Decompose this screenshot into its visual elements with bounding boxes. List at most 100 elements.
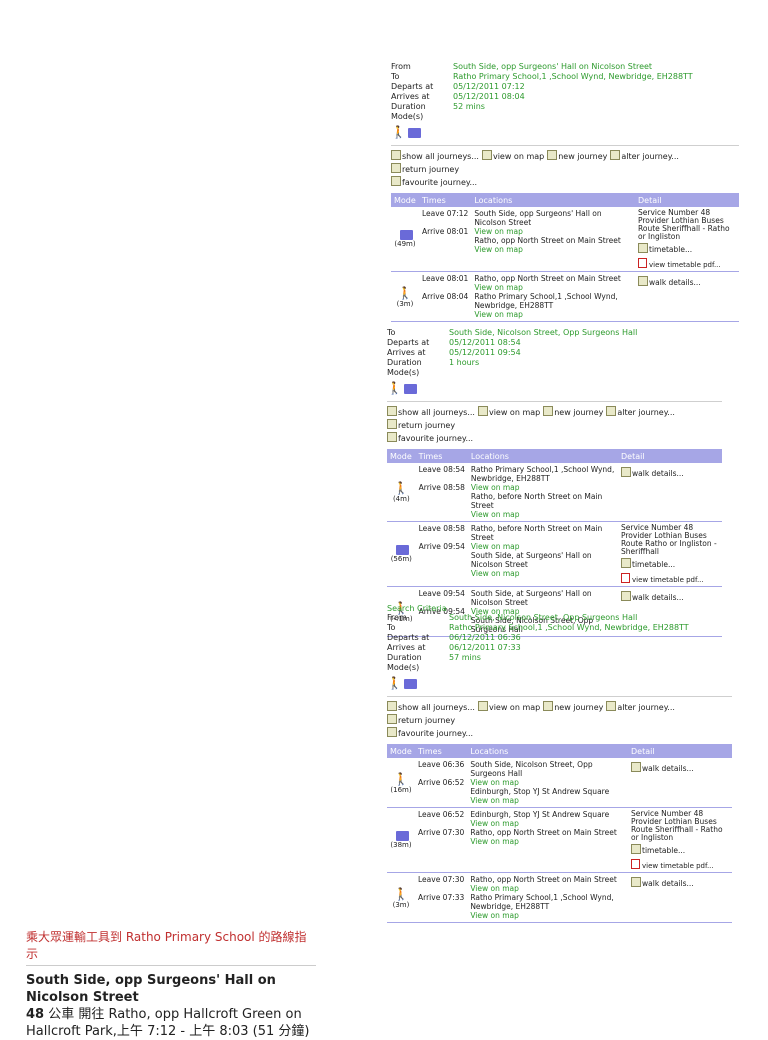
leave-location-text: Ratho, opp North Street on Main Street xyxy=(474,274,621,283)
leg-detail-cell: walk details... xyxy=(635,271,739,322)
leg-row: (56m) Leave 08:58 Arrive 09:54 Ratho, befor… xyxy=(387,521,722,587)
button-icon xyxy=(387,714,397,724)
leave-view-on-map-link[interactable]: View on map xyxy=(470,778,625,787)
button-icon xyxy=(547,150,558,160)
leg-locations-cell: South Side, opp Surgeons' Hall on Nicols… xyxy=(471,207,635,272)
leave-time: Leave 08:58 xyxy=(418,524,465,533)
button-icon xyxy=(631,877,641,887)
leg-detail-cell: walk details... xyxy=(618,463,722,522)
column-header-times: Times xyxy=(415,744,468,758)
alter-journey-button[interactable]: alter journey... xyxy=(610,150,679,163)
new-journey-button[interactable]: new journey xyxy=(543,701,603,714)
leave-view-on-map-link[interactable]: View on map xyxy=(474,227,632,236)
leave-view-on-map-link[interactable]: View on map xyxy=(470,884,625,893)
leave-location-text: South Side, opp Surgeons' Hall on Nicols… xyxy=(474,209,602,227)
timetable-link[interactable]: timetable... xyxy=(638,243,736,254)
leave-view-on-map-link[interactable]: View on map xyxy=(470,819,625,828)
walk-details-link[interactable]: walk details... xyxy=(638,276,736,287)
leg-locations-cell: Edinburgh, Stop YJ St Andrew Square View … xyxy=(467,807,628,873)
button-label: return journey xyxy=(402,165,460,174)
new-journey-button[interactable]: new journey xyxy=(547,150,607,163)
detail-line: Route Sheriffhall - Ratho or Ingliston xyxy=(631,825,723,842)
leg-mode-cell: 🚶 (3m) xyxy=(391,271,419,322)
view-timetable-pdf-link[interactable]: view timetable pdf... xyxy=(638,258,736,269)
leave-view-on-map-link[interactable]: View on map xyxy=(474,283,632,292)
new-journey-button[interactable]: new journey xyxy=(543,406,603,419)
arrive-view-on-map-link[interactable]: View on map xyxy=(474,310,632,319)
column-header-locations: Locations xyxy=(471,193,635,207)
arrive-view-on-map-link[interactable]: View on map xyxy=(470,796,625,805)
alter-journey-button[interactable]: alter journey... xyxy=(606,406,675,419)
walk-details-link[interactable]: walk details... xyxy=(621,467,719,478)
button-icon xyxy=(621,591,631,601)
show-all-journeys-button[interactable]: show all journeys... xyxy=(391,150,479,163)
leave-time: Leave 08:54 xyxy=(418,465,465,474)
summary-duration-value: 57 mins xyxy=(449,653,481,662)
legs-header-row: Mode Times Locations Detail xyxy=(387,449,722,463)
journey-toolbar: show all journeys... view on map new journ… xyxy=(387,406,722,445)
walk-details-link[interactable]: walk details... xyxy=(631,762,729,773)
alter-journey-button[interactable]: alter journey... xyxy=(606,701,675,714)
walk-details-link[interactable]: walk details... xyxy=(621,591,719,602)
button-icon xyxy=(543,701,554,711)
return-journey-button[interactable]: return journey xyxy=(391,163,459,176)
arrive-view-on-map-link[interactable]: View on map xyxy=(474,245,632,254)
arrive-time: Arrive 08:01 xyxy=(422,227,469,236)
pdf-icon xyxy=(631,859,640,869)
column-header-locations: Locations xyxy=(467,449,618,463)
leg-mode-cell: 🚶 (4m) xyxy=(387,463,416,522)
link-label: walk details... xyxy=(642,879,694,888)
bus-icon xyxy=(403,383,417,394)
route-number: 48 xyxy=(26,1007,45,1022)
view-on-map-button[interactable]: view on map xyxy=(477,701,540,714)
button-icon xyxy=(477,701,488,711)
summary-to-label: To xyxy=(391,72,400,81)
leg-duration: (3m) xyxy=(396,299,414,308)
button-icon xyxy=(391,176,401,186)
summary-modes-label: Mode(s) xyxy=(387,368,420,377)
show-all-journeys-button[interactable]: show all journeys... xyxy=(387,406,475,419)
button-label: new journey xyxy=(558,152,608,161)
leg-detail-cell: Service Number 48 Provider Lothian Buses R… xyxy=(618,521,722,587)
arrive-view-on-map-link[interactable]: View on map xyxy=(471,569,615,578)
button-label: show all journeys... xyxy=(402,152,479,161)
show-all-journeys-button[interactable]: show all journeys... xyxy=(387,701,475,714)
favourite-journey-button[interactable]: favourite journey... xyxy=(391,176,477,189)
column-header-mode: Mode xyxy=(387,449,416,463)
divider xyxy=(391,145,739,146)
leave-time: Leave 06:36 xyxy=(418,760,465,769)
view-on-map-button[interactable]: view on map xyxy=(481,150,544,163)
bus-icon xyxy=(399,230,413,240)
leg-row: 🚶 (3m) Leave 08:01 Arrive 08:04 Ratho, opp N… xyxy=(391,271,739,322)
favourite-journey-button[interactable]: favourite journey... xyxy=(387,432,473,445)
walk-icon: 🚶 xyxy=(387,381,402,395)
leave-view-on-map-link[interactable]: View on map xyxy=(471,542,615,551)
button-icon xyxy=(610,150,621,160)
view-on-map-button[interactable]: view on map xyxy=(477,406,540,419)
return-journey-button[interactable]: return journey xyxy=(387,714,455,727)
summary-arrives-value: 06/12/2011 07:33 xyxy=(449,643,521,652)
leave-view-on-map-link[interactable]: View on map xyxy=(471,483,615,492)
leave-location: South Side, Nicolson Street, Opp Surgeon… xyxy=(470,760,625,787)
walk-details-link[interactable]: walk details... xyxy=(631,877,729,888)
arrive-location: Ratho, opp North Street on Main Street Vi… xyxy=(470,828,625,846)
arrive-location-text: Ratho, opp North Street on Main Street xyxy=(470,828,617,837)
arrive-view-on-map-link[interactable]: View on map xyxy=(470,911,625,920)
arrive-view-on-map-link[interactable]: View on map xyxy=(471,510,615,519)
leg-locations-cell: Ratho, before North Street on Main Stree… xyxy=(467,521,618,587)
view-timetable-pdf-link[interactable]: view timetable pdf... xyxy=(631,859,729,870)
timetable-link[interactable]: timetable... xyxy=(621,558,719,569)
view-timetable-pdf-link[interactable]: view timetable pdf... xyxy=(621,573,719,584)
journey-toolbar: show all journeys... view on map new journ… xyxy=(387,701,732,740)
favourite-journey-button[interactable]: favourite journey... xyxy=(387,727,473,740)
button-icon xyxy=(621,467,631,477)
divider xyxy=(387,696,732,697)
timetable-link[interactable]: timetable... xyxy=(631,844,729,855)
arrive-location-text: Ratho, before North Street on Main Stree… xyxy=(470,492,603,510)
return-journey-button[interactable]: return journey xyxy=(387,419,455,432)
summary-departs-value: 05/12/2011 08:54 xyxy=(449,338,521,347)
column-header-detail: Detail xyxy=(635,193,739,207)
arrive-view-on-map-link[interactable]: View on map xyxy=(470,837,625,846)
button-icon xyxy=(543,406,554,416)
summary-modes-value xyxy=(449,368,722,378)
